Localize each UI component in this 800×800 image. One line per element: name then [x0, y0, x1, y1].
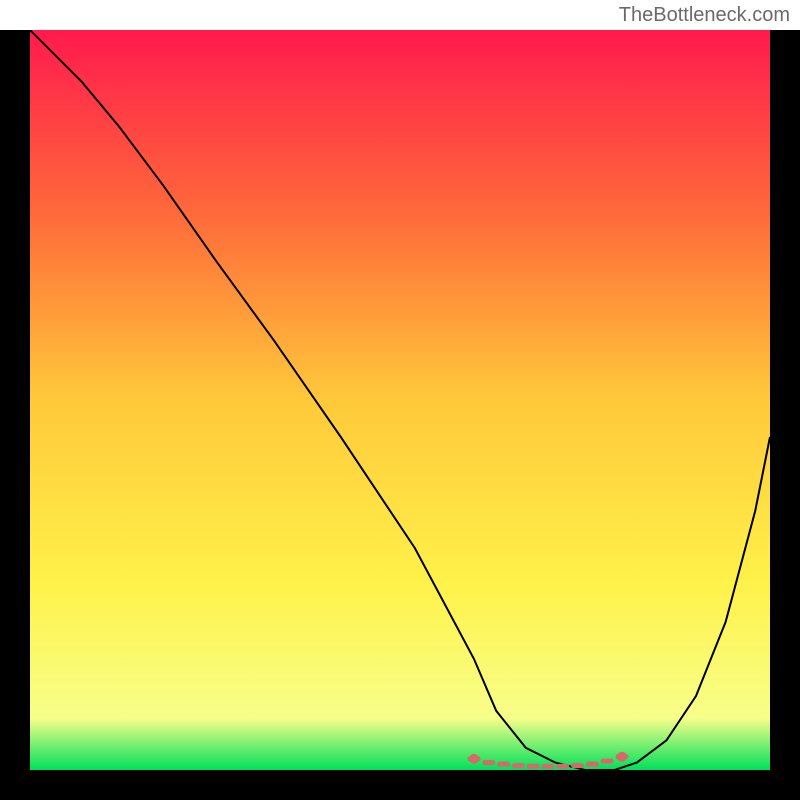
- watermark-text: TheBottleneck.com: [619, 4, 790, 27]
- header-strip: TheBottleneck.com: [0, 0, 800, 30]
- gradient-background: [30, 30, 770, 770]
- chart-container: TheBottleneck.com: [0, 0, 800, 800]
- chart-svg: [30, 30, 770, 770]
- chart-plot-area: [30, 30, 770, 770]
